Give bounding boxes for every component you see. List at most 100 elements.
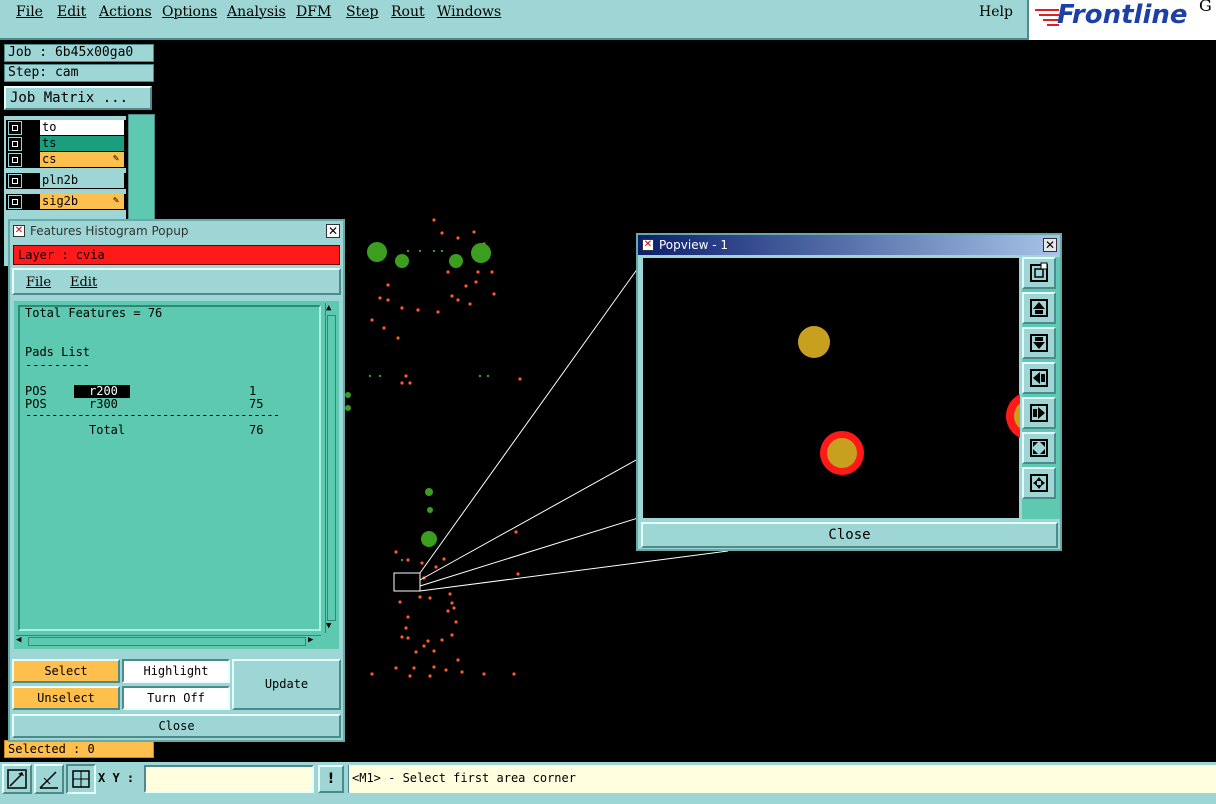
drill-dot [472,230,476,234]
message-alert-icon[interactable]: ! [318,765,344,793]
menu-windows[interactable]: Windows [437,4,501,20]
layer-label-bar: Layer : cvia [13,245,340,265]
drill-dot [464,284,468,288]
grid-snap-icon[interactable] [66,764,96,794]
menu-help[interactable]: Help [979,4,1013,20]
xy-label: X Y : [98,771,135,785]
drill-dot [420,561,424,565]
zoom-up-icon[interactable] [1022,292,1056,324]
xy-input[interactable] [144,765,314,793]
layer-checkbox[interactable] [8,121,22,135]
layer-checkbox[interactable] [8,195,22,209]
layer-row-pln2b[interactable]: pln2b [6,173,126,189]
drill-dot [386,283,390,287]
step-field: Step: cam [4,64,154,82]
drill-dot [404,374,408,378]
features-close-button[interactable]: Close [12,714,341,738]
layer-name: to [40,120,124,135]
update-button[interactable]: Update [232,659,341,710]
green-pad [440,249,444,253]
fit-icon[interactable] [1022,432,1056,464]
drill-dot [400,306,404,310]
menu-dfm[interactable]: DFM [296,4,331,20]
green-pad [486,374,490,378]
drill-dot [412,666,416,670]
window-menu-icon[interactable]: ✕ [13,225,25,237]
layer-checkbox[interactable] [8,153,22,167]
drill-dot [518,377,522,381]
drill-dot [460,670,464,674]
menu-step[interactable]: Step [346,4,378,20]
scroll-right-icon[interactable]: ▶ [308,635,313,645]
drill-dot [450,601,454,605]
close-icon[interactable]: ✕ [1043,238,1057,252]
drill-dot [490,270,494,274]
drill-dot [442,557,446,561]
turn-off-button[interactable]: Turn Off [122,686,230,710]
features-menu-file[interactable]: File [26,275,51,290]
layer-row-ts[interactable]: ts [6,136,126,152]
popview-titlebar[interactable]: ✕ Popview - 1 ✕ [638,235,1060,255]
layer-row-sig2b[interactable]: sig2b ✎ [6,194,126,210]
drill-dot [432,649,436,653]
layer-row-to[interactable]: to [6,120,126,136]
bottom-bar: X Y : ! <M1> - Select first area corner [0,762,1216,804]
zoom-down-icon[interactable] [1022,327,1056,359]
scroll-left-icon[interactable]: ◀ [16,635,21,645]
vertical-scroll-thumb[interactable] [327,315,336,621]
drill-dot [396,336,400,340]
drill-dot [370,672,374,676]
select-button[interactable]: Select [12,659,120,683]
zoom-in-icon[interactable] [1022,257,1056,289]
frontline-logo: Frontline G [1027,0,1216,40]
measure-tool-icon[interactable] [34,764,64,794]
job-matrix-button[interactable]: Job Matrix ... [4,86,152,110]
features-titlebar[interactable]: ✕ Features Histogram Popup ✕ [10,221,343,241]
unselect-button[interactable]: Unselect [12,686,120,710]
menu-actions[interactable]: Actions [99,4,152,20]
close-icon[interactable]: ✕ [326,224,340,238]
drill-dot [446,609,450,613]
menu-edit[interactable]: Edit [57,4,86,20]
features-menu-edit[interactable]: Edit [70,275,97,290]
green-pad [432,249,436,253]
menu-analysis[interactable]: Analysis [227,4,286,20]
vertical-scrollbar[interactable]: ▲ ▼ [325,303,338,633]
popview-close-button[interactable]: Close [641,522,1058,548]
drill-dot [370,318,374,322]
zoom-right-icon[interactable] [1022,397,1056,429]
total-label: Total [89,423,126,437]
center-icon[interactable] [1022,467,1056,499]
layer-row-cs[interactable]: cs ✎ [6,152,126,168]
layer-name: cs [40,152,124,167]
zoom-left-icon[interactable] [1022,362,1056,394]
green-pads [345,242,491,562]
green-pad [367,242,387,262]
menu-file[interactable]: File [16,4,43,20]
popview-canvas[interactable] [642,257,1020,519]
layer-checkbox[interactable] [8,137,22,151]
green-pad [421,531,437,547]
drill-dot [468,302,472,306]
drill-dot [416,308,420,312]
scroll-down-icon[interactable]: ▼ [326,621,331,631]
drill-dot [432,665,436,669]
drill-dot [422,644,426,648]
green-pad [345,405,351,411]
layer-checkbox[interactable] [8,174,22,188]
menu-rout[interactable]: Rout [391,4,425,20]
edit-pencil-icon: ✎ [113,195,120,206]
drill-dot [516,572,520,576]
highlight-button[interactable]: Highlight [122,659,230,683]
horizontal-scrollbar[interactable]: ◀ ▶ [16,635,321,648]
drill-dot [440,231,444,235]
menu-options[interactable]: Options [162,4,217,20]
horizontal-scroll-thumb[interactable] [28,637,306,646]
drill-dot [440,638,444,642]
window-menu-icon[interactable]: ✕ [642,239,654,251]
drill-dot [394,550,398,554]
drill-dot [450,633,454,637]
scroll-up-icon[interactable]: ▲ [326,303,331,313]
draw-line-tool-icon[interactable] [2,764,32,794]
popview-window: ✕ Popview - 1 ✕ Close [636,233,1062,551]
